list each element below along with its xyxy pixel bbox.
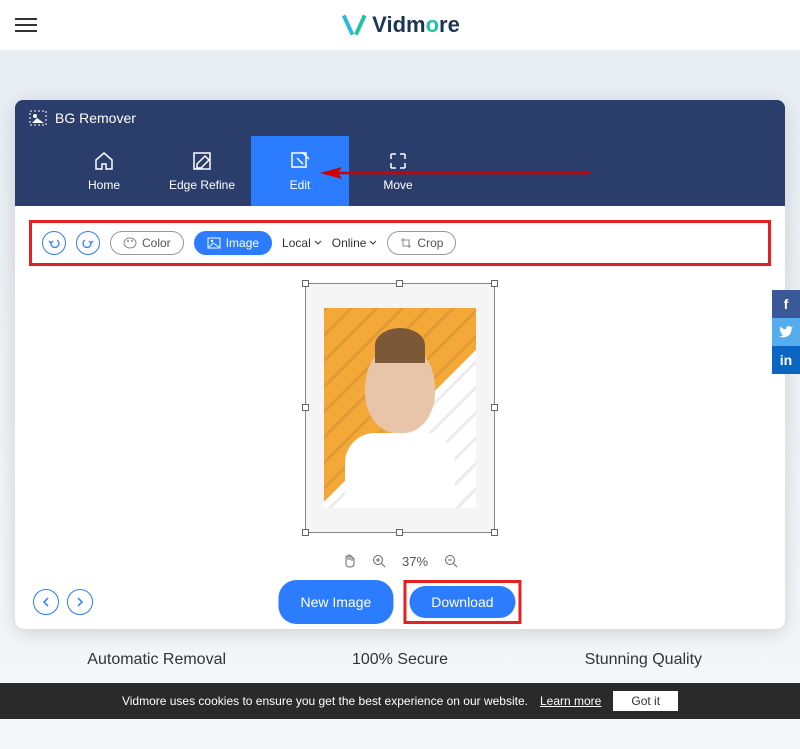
zoom-in-icon[interactable] (372, 554, 386, 568)
action-bar: New Image Download (15, 577, 785, 629)
app-tabs: Home Edge Refine Edit Move (15, 136, 785, 206)
edit-icon (289, 150, 311, 172)
next-button[interactable] (67, 589, 93, 615)
edge-refine-icon (191, 150, 213, 172)
features: Automatic Removal 100% Secure Stunning Q… (15, 651, 785, 669)
menu-icon[interactable] (15, 18, 37, 32)
zoom-controls: 37% (15, 545, 785, 577)
edited-image (324, 308, 476, 508)
feature-secure: 100% Secure (290, 651, 509, 669)
redo-button[interactable] (76, 231, 100, 255)
facebook-button[interactable]: f (772, 290, 800, 318)
download-button[interactable]: Download (409, 586, 515, 618)
download-highlight: Download (403, 580, 521, 624)
logo-icon (340, 11, 368, 39)
cookie-text: Vidmore uses cookies to ensure you get t… (122, 694, 528, 708)
tab-edit-label: Edit (290, 178, 311, 192)
app-icon (29, 110, 47, 126)
canvas (15, 280, 785, 545)
color-button[interactable]: Color (110, 231, 184, 255)
palette-icon (123, 237, 137, 249)
edit-toolbar: Color Image Local Online Crop (29, 220, 771, 266)
pan-hand-icon[interactable] (342, 553, 356, 569)
redo-icon (82, 237, 94, 249)
resize-handle-bl[interactable] (302, 529, 309, 536)
color-label: Color (142, 236, 171, 250)
feature-auto-removal: Automatic Removal (47, 651, 266, 669)
tab-edge-label: Edge Refine (169, 178, 235, 192)
image-label: Image (226, 236, 259, 250)
resize-handle-ml[interactable] (302, 404, 309, 411)
crop-label: Crop (417, 236, 443, 250)
crop-button[interactable]: Crop (387, 231, 456, 255)
logo-text: Vidmore (372, 12, 460, 38)
tab-edge-refine[interactable]: Edge Refine (153, 136, 251, 206)
cookie-accept-button[interactable]: Got it (613, 691, 678, 711)
cookie-banner: Vidmore uses cookies to ensure you get t… (0, 683, 800, 719)
crop-icon (400, 237, 412, 249)
toolbar-area: Color Image Local Online Crop (15, 206, 785, 280)
zoom-level: 37% (402, 554, 428, 569)
page-body: BG Remover Home Edge Refine Edit Move (0, 50, 800, 749)
twitter-icon (779, 326, 793, 338)
chevron-left-icon (41, 597, 51, 607)
zoom-out-icon[interactable] (444, 554, 458, 568)
primary-actions: New Image Download (278, 580, 521, 624)
brand-logo[interactable]: Vidmore (340, 11, 460, 39)
new-image-button[interactable]: New Image (278, 580, 393, 624)
tab-home[interactable]: Home (55, 136, 153, 206)
resize-handle-mr[interactable] (491, 404, 498, 411)
linkedin-icon: in (780, 352, 792, 368)
site-header: Vidmore (0, 0, 800, 50)
undo-button[interactable] (42, 231, 66, 255)
online-dropdown[interactable]: Online (332, 236, 378, 250)
prev-button[interactable] (33, 589, 59, 615)
app-title: BG Remover (55, 110, 136, 126)
twitter-button[interactable] (772, 318, 800, 346)
resize-handle-bm[interactable] (396, 529, 403, 536)
cookie-learn-more-link[interactable]: Learn more (540, 694, 601, 708)
undo-icon (48, 237, 60, 249)
app-title-bar: BG Remover (15, 100, 785, 136)
bg-remover-app: BG Remover Home Edge Refine Edit Move (15, 100, 785, 629)
local-label: Local (282, 236, 311, 250)
image-selection[interactable] (305, 283, 495, 533)
image-icon (207, 237, 221, 249)
chevron-down-icon (369, 240, 377, 246)
home-icon (93, 150, 115, 172)
canvas-viewport[interactable] (29, 280, 771, 535)
linkedin-button[interactable]: in (772, 346, 800, 374)
chevron-right-icon (75, 597, 85, 607)
social-sidebar: f in (772, 290, 800, 374)
facebook-icon: f (784, 296, 789, 312)
resize-handle-tr[interactable] (491, 280, 498, 287)
resize-handle-br[interactable] (491, 529, 498, 536)
annotation-arrow-icon (320, 166, 590, 180)
resize-handle-tl[interactable] (302, 280, 309, 287)
chevron-down-icon (314, 240, 322, 246)
local-dropdown[interactable]: Local (282, 236, 322, 250)
resize-handle-tm[interactable] (396, 280, 403, 287)
image-button[interactable]: Image (194, 231, 272, 255)
tab-home-label: Home (88, 178, 120, 192)
tab-move-label: Move (383, 178, 412, 192)
online-label: Online (332, 236, 367, 250)
feature-quality: Stunning Quality (534, 651, 753, 669)
